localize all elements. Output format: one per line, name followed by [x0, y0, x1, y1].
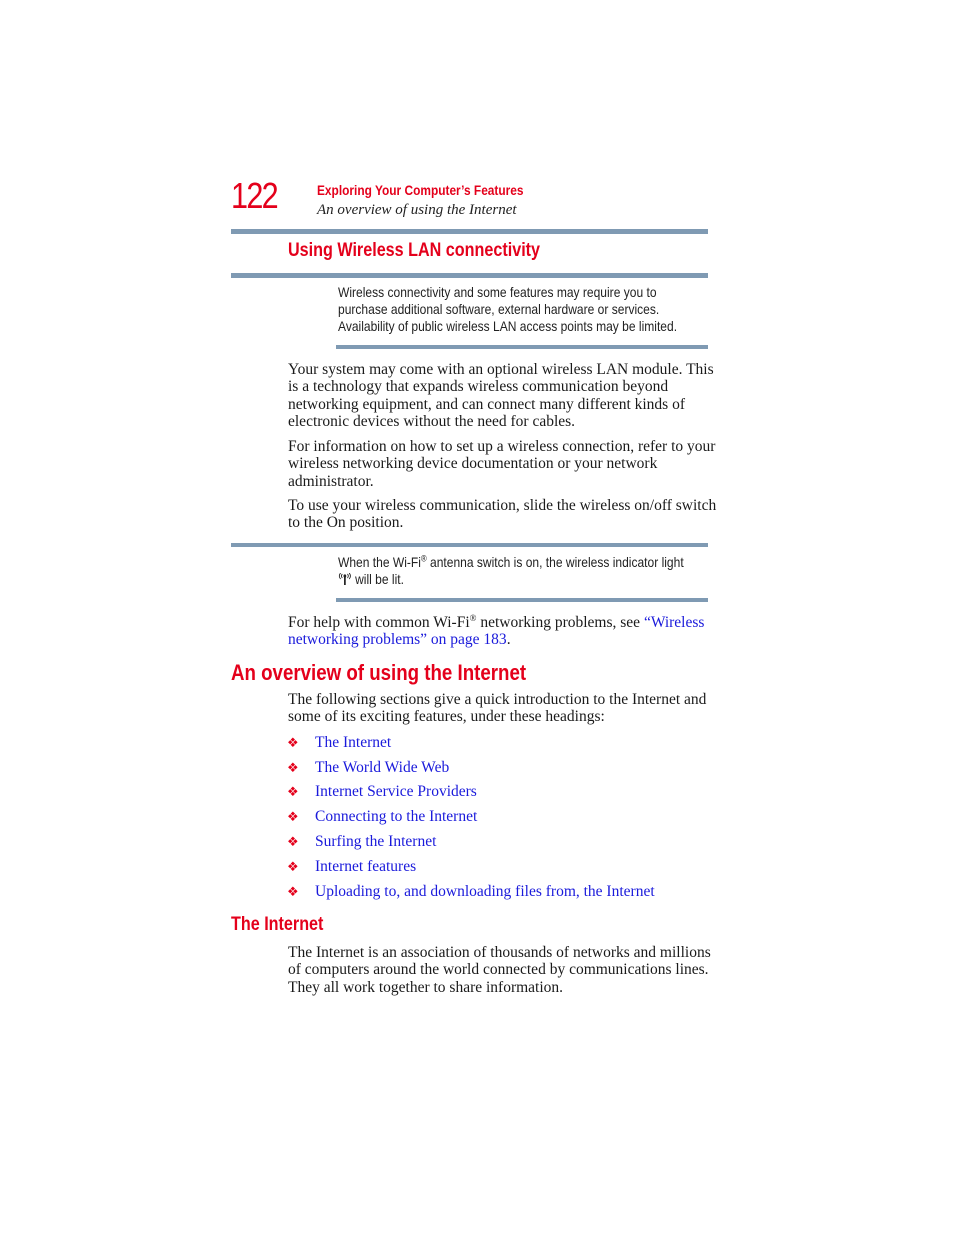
list-item: ❖ The World Wide Web — [287, 759, 449, 777]
note-line: will be lit. — [338, 571, 684, 588]
wireless-heading: Using Wireless LAN connectivity — [288, 240, 541, 261]
note-wifi-indicator: When the Wi-Fi® antenna switch is on, th… — [338, 554, 740, 588]
internet-heading: The Internet — [231, 914, 324, 935]
bullet-diamond-icon: ❖ — [287, 760, 299, 775]
note-line: Availability of public wireless LAN acce… — [338, 318, 678, 334]
bullet-diamond-icon: ❖ — [287, 859, 299, 874]
list-item: ❖ Internet Service Providers — [287, 783, 477, 801]
list-item-link[interactable]: Connecting to the Internet — [315, 808, 477, 825]
note-rule — [231, 543, 708, 547]
note-line: When the Wi-Fi® antenna switch is on, th… — [338, 553, 684, 570]
section-rule-top — [231, 229, 708, 234]
bullet-diamond-icon: ❖ — [287, 834, 299, 849]
list-item: ❖ Internet features — [287, 858, 416, 876]
list-item: ❖ The Internet — [287, 734, 391, 752]
list-item: ❖ Uploading to, and downloading files fro… — [287, 883, 655, 901]
list-item: ❖ Surfing the Internet — [287, 833, 436, 851]
list-item: ❖ Connecting to the Internet — [287, 808, 477, 826]
chapter-title: Exploring Your Computer’s Features — [317, 182, 524, 198]
section-rule-bottom — [231, 273, 708, 278]
bullet-diamond-icon: ❖ — [287, 735, 299, 750]
paragraph-setup-info: For information on how to set up a wirel… — [288, 438, 716, 490]
note-line: purchase additional software, external h… — [338, 301, 660, 317]
overview-heading: An overview of using the Internet — [231, 660, 527, 685]
list-item-link[interactable]: Internet features — [315, 858, 416, 875]
paragraph-switch-on: To use your wireless communication, slid… — [288, 497, 717, 532]
list-item-link[interactable]: Uploading to, and downloading files from… — [315, 883, 655, 900]
bullet-diamond-icon: ❖ — [287, 809, 299, 824]
paragraph-help: For help with common Wi-Fi® networking p… — [288, 612, 705, 649]
bullet-diamond-icon: ❖ — [287, 884, 299, 899]
page-number: 122 — [231, 175, 279, 216]
list-item-link[interactable]: The World Wide Web — [315, 759, 449, 776]
note-line: Wireless connectivity and some features … — [338, 284, 657, 300]
paragraph-wireless-module: Your system may come with an optional wi… — [288, 361, 714, 430]
list-item-link[interactable]: Surfing the Internet — [315, 833, 436, 850]
wireless-indicator-icon — [338, 572, 352, 585]
list-item-link[interactable]: The Internet — [315, 734, 391, 751]
note-rule — [336, 598, 708, 602]
overview-intro: The following sections give a quick intr… — [288, 691, 707, 726]
note-rule — [336, 345, 708, 349]
bullet-diamond-icon: ❖ — [287, 784, 299, 799]
note-wireless-requirements: Wireless connectivity and some features … — [338, 284, 732, 335]
internet-paragraph: The Internet is an association of thousa… — [288, 944, 711, 996]
section-subtitle: An overview of using the Internet — [317, 202, 517, 218]
list-item-link[interactable]: Internet Service Providers — [315, 783, 477, 800]
